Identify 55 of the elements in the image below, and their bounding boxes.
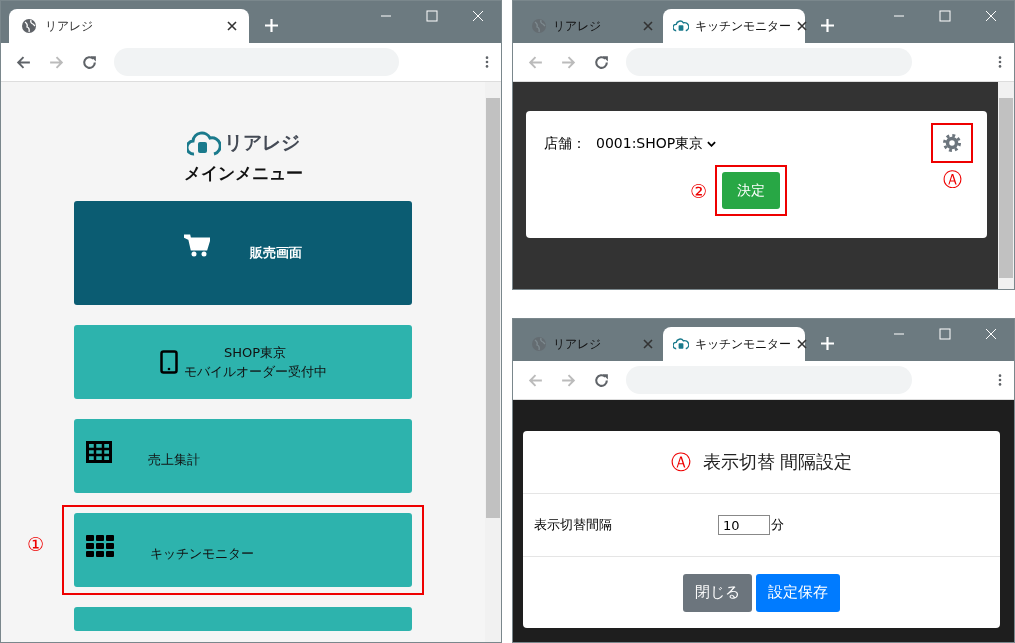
- store-dropdown[interactable]: 0001:SHOP東京: [586, 135, 717, 153]
- new-tab-icon[interactable]: [265, 19, 278, 32]
- menu-icon[interactable]: [485, 55, 489, 69]
- reload-icon[interactable]: [593, 371, 610, 389]
- chevron-down-icon: [707, 141, 717, 147]
- globe-icon: [531, 336, 547, 352]
- reload-icon[interactable]: [593, 53, 610, 71]
- interval-input[interactable]: 10: [718, 515, 770, 535]
- browser-tab[interactable]: リアレジ: [521, 9, 663, 43]
- menu-button[interactable]: 販売画面: [74, 201, 412, 305]
- browser-tab[interactable]: キッチンモニター: [663, 9, 805, 43]
- annotation-number: ②: [689, 179, 707, 202]
- maximize-icon[interactable]: [426, 10, 438, 22]
- maximize-icon[interactable]: [939, 10, 951, 22]
- menu-icon[interactable]: [998, 55, 1002, 69]
- close-tab-icon[interactable]: [797, 21, 807, 31]
- annotation-number: ①: [27, 533, 45, 555]
- field-label: 表示切替間隔: [534, 516, 613, 534]
- close-tab-icon[interactable]: [797, 339, 807, 349]
- cloud-logo-icon: [186, 129, 221, 157]
- settings-icon[interactable]: [942, 133, 962, 153]
- new-tab-icon[interactable]: [821, 337, 834, 350]
- cloud-logo-icon: [673, 336, 689, 352]
- logo-text: リアレジ: [223, 130, 300, 155]
- close-tab-icon[interactable]: [227, 21, 237, 31]
- dialog-title: 表示切替 間隔設定: [702, 450, 853, 474]
- scrollbar[interactable]: [485, 82, 501, 642]
- reload-icon[interactable]: [81, 53, 98, 71]
- grid-icon: [86, 535, 114, 557]
- close-icon[interactable]: [985, 10, 997, 22]
- globe-icon: [531, 18, 547, 34]
- page-heading: メインメニュー: [183, 162, 303, 185]
- save-button[interactable]: 設定保存: [756, 573, 840, 612]
- cart-icon: [184, 234, 210, 258]
- scrollbar[interactable]: [998, 82, 1014, 289]
- new-tab-icon[interactable]: [821, 19, 834, 32]
- menu-button[interactable]: SHOP東京 モバイルオーダー受付中: [74, 325, 412, 399]
- table-icon: [86, 441, 112, 463]
- browser-tab[interactable]: キッチンモニター: [663, 327, 805, 361]
- tablet-icon: [159, 350, 178, 374]
- browser-tab[interactable]: リアレジ: [521, 327, 663, 361]
- menu-icon[interactable]: [998, 373, 1002, 387]
- unit-label: 分: [771, 516, 784, 534]
- browser-tab[interactable]: リアレジ: [9, 9, 249, 43]
- close-icon[interactable]: [985, 328, 997, 340]
- close-icon[interactable]: [472, 10, 484, 22]
- menu-button[interactable]: 売上集計: [74, 419, 412, 493]
- annotation-letter: Ⓐ: [670, 448, 691, 476]
- globe-icon: [21, 18, 37, 34]
- close-button[interactable]: 閉じる: [683, 573, 752, 612]
- cloud-logo-icon: [673, 18, 689, 34]
- store-label: 店舗：: [544, 135, 586, 153]
- annotation-letter: Ⓐ: [942, 167, 962, 192]
- menu-button[interactable]: キッチンモニター: [74, 513, 412, 587]
- maximize-icon[interactable]: [939, 328, 951, 340]
